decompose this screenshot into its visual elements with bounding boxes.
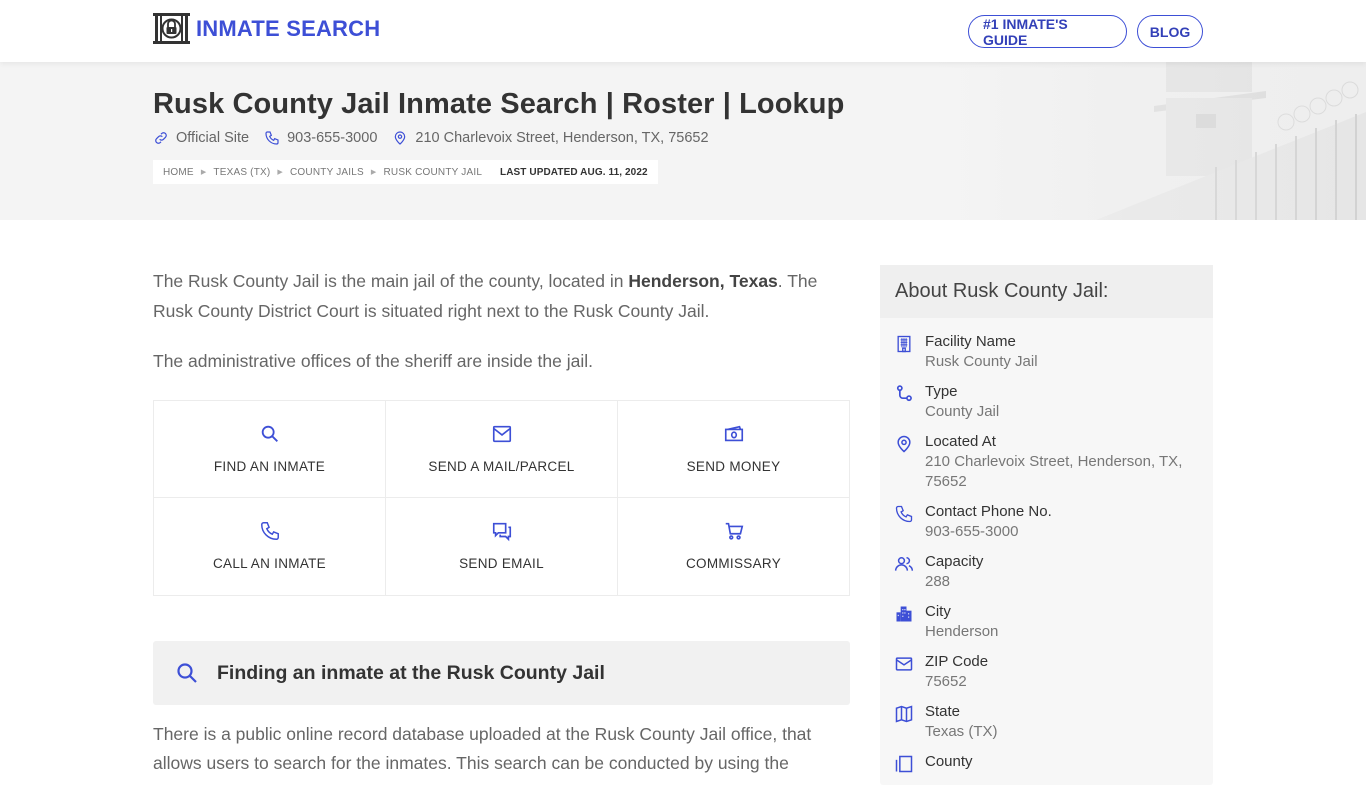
detail-label: County: [925, 753, 973, 770]
detail-located-at: Located At 210 Charlevoix Street, Henders…: [894, 432, 1213, 492]
official-site-link[interactable]: Official Site: [153, 130, 249, 146]
intro-text-start: The Rusk County Jail is the main jail of…: [153, 271, 629, 291]
breadcrumb-separator-icon: ▶: [370, 169, 377, 176]
action-label: SEND MONEY: [686, 459, 781, 474]
building-icon: [897, 335, 911, 353]
chat-icon: [492, 522, 511, 542]
link-icon: [155, 132, 167, 144]
detail-value: County Jail: [925, 403, 1000, 420]
facility-details-list: Facility Name Rusk County Jail Type County…: [880, 318, 1213, 774]
cart-icon: [725, 522, 743, 540]
detail-facility-name: Facility Name Rusk County Jail: [894, 332, 1213, 372]
address-text: 210 Charlevoix Street, Henderson, TX, 75…: [415, 130, 709, 146]
logo-text: INMATE SEARCH: [196, 15, 381, 41]
detail-value: Rusk County Jail: [925, 353, 1038, 370]
action-label: CALL AN INMATE: [213, 556, 326, 571]
mail-icon: [895, 657, 913, 671]
detail-label: ZIP Code: [925, 653, 989, 670]
section-heading: Finding an inmate at the Rusk County Jai…: [217, 661, 605, 684]
finding-paragraph: There is a public online record database…: [153, 724, 812, 773]
detail-state: State Texas (TX): [894, 702, 1213, 742]
site-logo[interactable]: INMATE SEARCH: [153, 13, 380, 44]
search-icon: [261, 425, 278, 442]
detail-value: Texas (TX): [925, 723, 998, 740]
about-card-title: About Rusk County Jail:: [880, 265, 1213, 318]
detail-county: County: [894, 752, 1213, 774]
detail-value: 288: [925, 573, 951, 590]
phone-number: 903-655-3000: [287, 130, 378, 146]
map-icon: [895, 705, 913, 723]
detail-label: Facility Name: [925, 333, 1016, 350]
action-label: COMMISSARY: [685, 556, 781, 571]
intro-paragraph-2: The administrative offices of the sherif…: [153, 351, 593, 371]
mail-icon: [492, 425, 511, 443]
intro-location-bold: Henderson, Texas: [628, 271, 778, 291]
address-link[interactable]: 210 Charlevoix Street, Henderson, TX, 75…: [392, 130, 709, 146]
detail-capacity: Capacity 288: [894, 552, 1213, 592]
detail-label: State: [925, 703, 961, 720]
phone-icon: [265, 131, 279, 145]
nav-inmates-guide-button[interactable]: #1 INMATE'S GUIDE: [968, 15, 1127, 48]
send-mail-action[interactable]: SEND A MAIL/PARCEL: [386, 401, 618, 498]
send-money-action[interactable]: SEND MONEY: [618, 401, 849, 498]
action-grid: FIND AN INMATE SEND A MAIL/PARCEL SEND M…: [153, 400, 850, 596]
route-icon: [896, 385, 912, 402]
detail-contact-phone: Contact Phone No. 903-655-3000: [894, 502, 1213, 542]
action-label: SEND A MAIL/PARCEL: [428, 459, 575, 474]
detail-value: Henderson: [925, 623, 999, 640]
commissary-action[interactable]: COMMISSARY: [618, 498, 849, 595]
finding-inmate-section-header: Finding an inmate at the Rusk County Jai…: [153, 641, 850, 705]
detail-value: 903-655-3000: [925, 523, 1019, 540]
location-pin-icon: [395, 131, 406, 145]
send-email-action[interactable]: SEND EMAIL: [386, 498, 618, 595]
facility-meta-row: Official Site 903-655-3000 210 Charlevoi…: [153, 130, 724, 146]
action-label: FIND AN INMATE: [213, 459, 326, 474]
phone-icon: [260, 522, 279, 540]
about-facility-card: About Rusk County Jail: Facility Name Rus…: [880, 265, 1213, 785]
location-pin-icon: [897, 435, 911, 453]
money-icon: [724, 425, 743, 442]
users-icon: [894, 557, 914, 571]
detail-value: 210 Charlevoix Street, Henderson, TX, 75…: [925, 453, 1183, 490]
breadcrumb: HOME ▶ TEXAS (TX) ▶ COUNTY JAILS ▶ RUSK …: [153, 160, 493, 184]
detail-label: Type: [925, 383, 958, 400]
city-icon: [896, 606, 912, 622]
breadcrumb-home[interactable]: HOME: [163, 167, 194, 178]
detail-label: Contact Phone No.: [925, 503, 1052, 520]
official-site-label: Official Site: [176, 130, 250, 146]
call-inmate-action[interactable]: CALL AN INMATE: [154, 498, 386, 595]
breadcrumb-separator-icon: ▶: [277, 169, 284, 176]
detail-label: Located At: [925, 433, 996, 450]
breadcrumb-county-jails[interactable]: COUNTY JAILS: [290, 167, 364, 178]
action-label: SEND EMAIL: [459, 556, 544, 571]
breadcrumb-texas[interactable]: TEXAS (TX): [213, 167, 270, 178]
intro-paragraph: The Rusk County Jail is the main jail of…: [153, 266, 850, 326]
search-icon: [177, 663, 197, 683]
top-navbar: INMATE SEARCH #1 INMATE'S GUIDE BLOG: [0, 0, 1366, 62]
nav-blog-button[interactable]: BLOG: [1137, 15, 1203, 48]
last-updated-badge: LAST UPDATED AUG. 11, 2022: [490, 160, 658, 184]
phone-icon: [895, 505, 913, 523]
find-inmate-action[interactable]: FIND AN INMATE: [154, 401, 386, 498]
hero-banner: Rusk County Jail Inmate Search | Roster …: [0, 62, 1366, 220]
page-title: Rusk County Jail Inmate Search | Roster …: [153, 88, 845, 120]
prison-tower-background-image: [936, 62, 1366, 220]
detail-zip-code: ZIP Code 75652: [894, 652, 1213, 692]
breadcrumb-separator-icon: ▶: [200, 169, 207, 176]
county-icon: [895, 755, 913, 773]
detail-city: City Henderson: [894, 602, 1213, 642]
jail-lock-icon: [153, 13, 190, 44]
detail-value: 75652: [925, 673, 967, 690]
detail-label: Capacity: [925, 553, 984, 570]
detail-type: Type County Jail: [894, 382, 1213, 422]
phone-link[interactable]: 903-655-3000: [264, 130, 377, 146]
breadcrumb-rusk-county-jail[interactable]: RUSK COUNTY JAIL: [384, 167, 483, 178]
detail-label: City: [925, 603, 951, 620]
